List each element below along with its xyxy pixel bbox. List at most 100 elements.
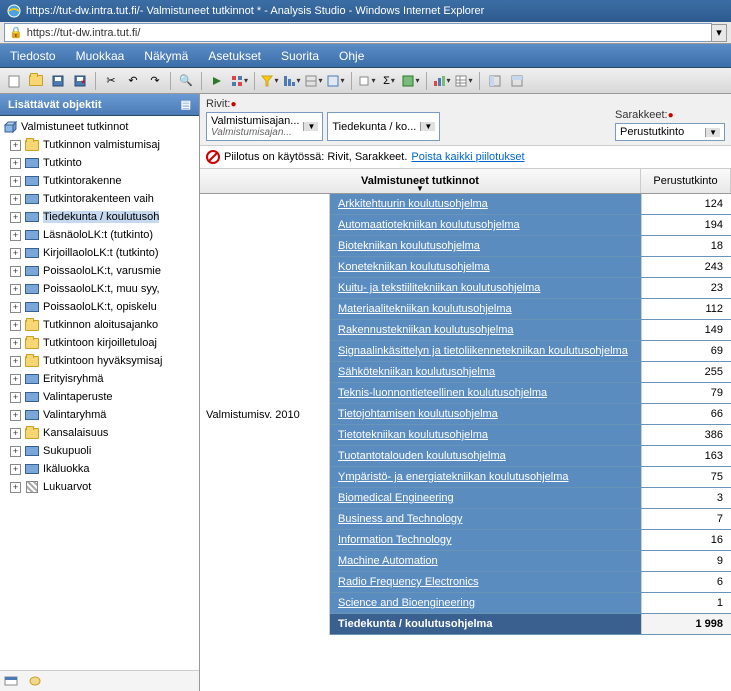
tree-expand-icon[interactable]: + bbox=[10, 320, 21, 331]
category-cell[interactable]: Ympäristö- ja energiatekniikan koulutuso… bbox=[330, 467, 641, 487]
tree-node[interactable]: +Lukuarvot bbox=[2, 478, 197, 496]
category-cell[interactable]: Biomedical Engineering bbox=[330, 488, 641, 508]
category-cell[interactable]: Automaatiotekniikan koulutusohjelma bbox=[330, 215, 641, 235]
calc-button[interactable]: ▾ bbox=[326, 71, 346, 91]
footer-icon-1[interactable] bbox=[4, 675, 20, 687]
grid-button[interactable]: ▾ bbox=[454, 71, 474, 91]
tree-node[interactable]: +Tutkintoon kirjoilletuloaj bbox=[2, 334, 197, 352]
tree-expand-icon[interactable]: + bbox=[10, 212, 21, 223]
tree-node[interactable]: +Kansalaisuus bbox=[2, 424, 197, 442]
open-button[interactable] bbox=[26, 71, 46, 91]
tree-expand-icon[interactable]: + bbox=[10, 374, 21, 385]
tree-expand-icon[interactable]: + bbox=[10, 284, 21, 295]
sidebar-menu-icon[interactable]: ▤ bbox=[181, 98, 191, 111]
category-cell[interactable]: Tietotekniikan koulutusohjelma bbox=[330, 425, 641, 445]
tree-node[interactable]: +PoissaoloLK:t, varusmie bbox=[2, 262, 197, 280]
tree-node[interactable]: +Tutkinnon valmistumisaj bbox=[2, 136, 197, 154]
new-button[interactable] bbox=[4, 71, 24, 91]
search-button[interactable]: 🔍 bbox=[176, 71, 196, 91]
category-cell[interactable]: Teknis-luonnontieteellinen koulutusohjel… bbox=[330, 383, 641, 403]
category-cell[interactable]: Rakennustekniikan koulutusohjelma bbox=[330, 320, 641, 340]
layout2-button[interactable] bbox=[507, 71, 527, 91]
layout1-button[interactable] bbox=[485, 71, 505, 91]
category-cell[interactable]: Tietojohtamisen koulutusohjelma bbox=[330, 404, 641, 424]
category-cell[interactable]: Sähkötekniikan koulutusohjelma bbox=[330, 362, 641, 382]
menu-asetukset[interactable]: Asetukset bbox=[198, 44, 271, 67]
tree-node[interactable]: +Ikäluokka bbox=[2, 460, 197, 478]
address-dropdown-button[interactable]: ▾ bbox=[711, 24, 727, 42]
category-cell[interactable]: Tuotantotalouden koulutusohjelma bbox=[330, 446, 641, 466]
cut-button[interactable]: ✂ bbox=[101, 71, 121, 91]
category-cell[interactable]: Science and Bioengineering bbox=[330, 593, 641, 613]
subtotal-button[interactable]: ▾ bbox=[304, 71, 324, 91]
category-cell[interactable]: Kuitu- ja tekstiilitekniikan koulutusohj… bbox=[330, 278, 641, 298]
tree-expand-icon[interactable]: + bbox=[10, 230, 21, 241]
menu-suorita[interactable]: Suorita bbox=[271, 44, 329, 67]
tree-node[interactable]: +Tutkintorakenne bbox=[2, 172, 197, 190]
save-button[interactable] bbox=[48, 71, 68, 91]
total-label-cell[interactable]: Tiedekunta / koulutusohjelma bbox=[330, 614, 641, 634]
save-as-button[interactable]: * bbox=[70, 71, 90, 91]
summarize-button[interactable]: Σ▾ bbox=[379, 71, 399, 91]
tree-expand-icon[interactable]: + bbox=[10, 302, 21, 313]
tree-expand-icon[interactable]: + bbox=[10, 410, 21, 421]
tree-node[interactable]: +Tutkinnon aloitusajanko bbox=[2, 316, 197, 334]
row-group-header[interactable]: Valmistumisv. 2010 bbox=[200, 194, 330, 635]
tree-expand-icon[interactable]: + bbox=[10, 392, 21, 403]
filter-button[interactable]: ▾ bbox=[260, 71, 280, 91]
tree-expand-icon[interactable]: + bbox=[10, 158, 21, 169]
address-input[interactable]: 🔒 https://tut-dw.intra.tut.fi/ bbox=[4, 23, 712, 42]
tree-expand-icon[interactable]: + bbox=[10, 140, 21, 151]
tree-node[interactable]: +Sukupuoli bbox=[2, 442, 197, 460]
row-filter-2[interactable]: Tiedekunta / ko... ▼ bbox=[327, 112, 440, 141]
tree-node[interactable]: +Valintaperuste bbox=[2, 388, 197, 406]
tree-expand-icon[interactable]: + bbox=[10, 248, 21, 259]
footer-icon-2[interactable] bbox=[28, 675, 44, 687]
chart-button[interactable]: ▾ bbox=[432, 71, 452, 91]
tree-node[interactable]: +KirjoillaoloLK:t (tutkinto) bbox=[2, 244, 197, 262]
tree-node[interactable]: +PoissaoloLK:t, muu syy, bbox=[2, 280, 197, 298]
category-cell[interactable]: Machine Automation bbox=[330, 551, 641, 571]
tree-expand-icon[interactable]: + bbox=[10, 176, 21, 187]
tree-expand-icon[interactable]: + bbox=[10, 338, 21, 349]
grid-value-header[interactable]: Perustutkinto bbox=[641, 169, 731, 193]
tree-node[interactable]: +Tutkintoon hyväksymisaj bbox=[2, 352, 197, 370]
menu-muokkaa[interactable]: Muokkaa bbox=[66, 44, 135, 67]
tree-node[interactable]: +Tutkinto bbox=[2, 154, 197, 172]
tree-expand-icon[interactable]: + bbox=[10, 482, 21, 493]
category-cell[interactable]: Signaalinkäsittelyn ja tietoliikennetekn… bbox=[330, 341, 641, 361]
tree-node[interactable]: +Valintaryhmä bbox=[2, 406, 197, 424]
undo-button[interactable]: ↶ bbox=[123, 71, 143, 91]
menu-ohje[interactable]: Ohje bbox=[329, 44, 374, 67]
col-filter-1[interactable]: Perustutkinto ▼ bbox=[615, 123, 725, 141]
menu-näkymä[interactable]: Näkymä bbox=[134, 44, 198, 67]
custom-button[interactable]: ▾ bbox=[401, 71, 421, 91]
tree-node[interactable]: +Erityisryhmä bbox=[2, 370, 197, 388]
category-cell[interactable]: Materiaalitekniikan koulutusohjelma bbox=[330, 299, 641, 319]
tree-node[interactable]: +LäsnäoloLK:t (tutkinto) bbox=[2, 226, 197, 244]
category-cell[interactable]: Arkkitehtuurin koulutusohjelma bbox=[330, 194, 641, 214]
tree-node[interactable]: +PoissaoloLK:t, opiskelu bbox=[2, 298, 197, 316]
tree-expand-icon[interactable]: + bbox=[10, 194, 21, 205]
row-filter-1[interactable]: Valmistumisajan... Valmistumisajan... ▼ bbox=[206, 112, 323, 141]
redo-button[interactable]: ↷ bbox=[145, 71, 165, 91]
top-button[interactable]: ▾ bbox=[357, 71, 377, 91]
tree-node[interactable]: +Tutkintorakenteen vaih bbox=[2, 190, 197, 208]
category-cell[interactable]: Information Technology bbox=[330, 530, 641, 550]
tree-node[interactable]: +Tiedekunta / koulutusoh bbox=[2, 208, 197, 226]
tree-expand-icon[interactable]: + bbox=[10, 356, 21, 367]
sort-button[interactable]: ▾ bbox=[282, 71, 302, 91]
tree-root[interactable]: Valmistuneet tutkinnot bbox=[2, 118, 197, 136]
remove-hides-link[interactable]: Poista kaikki piilotukset bbox=[411, 151, 524, 163]
tree-expand-icon[interactable]: + bbox=[10, 266, 21, 277]
tree-expand-icon[interactable]: + bbox=[10, 464, 21, 475]
category-cell[interactable]: Konetekniikan koulutusohjelma bbox=[330, 257, 641, 277]
pivot-button[interactable]: ▾ bbox=[229, 71, 249, 91]
menu-tiedosto[interactable]: Tiedosto bbox=[0, 44, 66, 67]
run-button[interactable] bbox=[207, 71, 227, 91]
grid-main-header[interactable]: Valmistuneet tutkinnot ▼ bbox=[200, 169, 641, 193]
category-cell[interactable]: Radio Frequency Electronics bbox=[330, 572, 641, 592]
tree-expand-icon[interactable]: + bbox=[10, 446, 21, 457]
category-cell[interactable]: Business and Technology bbox=[330, 509, 641, 529]
category-cell[interactable]: Biotekniikan koulutusohjelma bbox=[330, 236, 641, 256]
